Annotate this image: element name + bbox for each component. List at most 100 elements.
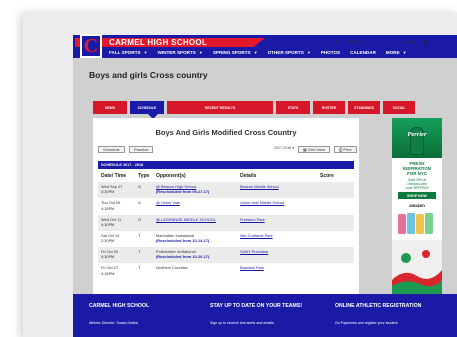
row-opponent: @ Beacon High School (Rescheduled from 09… <box>156 184 240 195</box>
ad-offer: Save 20% at checkout with code SIPPER20 <box>405 178 429 190</box>
nav-calendar[interactable]: CALENDAR <box>350 50 376 55</box>
opponent-link[interactable]: @ LAGRANGE MIDDLE SCHOOL <box>156 217 240 222</box>
ad-hero: Perrier <box>392 118 442 158</box>
tab-schedule[interactable]: SCHEDULE <box>130 101 164 114</box>
row-opponent: Manhattan Invitational (Rescheduled from … <box>156 233 240 244</box>
row-type: T <box>138 265 141 271</box>
row-details: Union Vale Middle School <box>240 200 320 205</box>
row-opponent: Northern Counties <box>156 265 240 270</box>
row-datetime: Fri Oct 20 4:30PM <box>101 249 119 260</box>
row-type: G <box>138 184 142 189</box>
grid-view-label: Grid View <box>307 147 326 152</box>
row-type: T <box>138 232 141 238</box>
tab-standings[interactable]: STANDINGS <box>348 101 380 114</box>
utility-alerts-link[interactable]: Sign Up for Alerts <box>370 40 398 46</box>
chevron-down-icon: ▼ <box>253 50 258 55</box>
row-datetime: Wed Oct 11 4:30PM <box>101 216 122 227</box>
chevron-down-icon: ▾ <box>292 146 294 150</box>
chevron-down-icon: ▼ <box>143 50 148 55</box>
column-header-details: Details <box>240 172 257 179</box>
row-details: Bowdoin Park <box>240 265 320 270</box>
chevron-down-icon: ▼ <box>306 50 311 55</box>
opponent-name: Northern Counties <box>156 265 188 271</box>
opponent-link[interactable]: @ Union Vale <box>156 200 240 205</box>
footer-school-name: CARMEL HIGH SCHOOL <box>89 303 150 309</box>
table-row: Wed Oct 11 4:30PM G @ LAGRANGE MIDDLE SCH… <box>98 214 354 231</box>
column-header-opponent: Opponent(s) <box>156 172 186 179</box>
row-datetime: Thu Oct 05 4:15PM <box>101 200 121 211</box>
print-button[interactable]: ⎙ Print <box>334 146 357 153</box>
tab-recent-results[interactable]: RECENT RESULTS <box>167 101 273 114</box>
row-opponent: @ Union Vale <box>156 200 240 205</box>
user-icon[interactable]: ☻ <box>335 40 339 46</box>
nav-spring-sports[interactable]: SPRING SPORTS ▼ <box>213 50 258 55</box>
schedule-title: Boys And Girls Modified Cross Country <box>155 128 297 137</box>
utility-section-link[interactable]: Section 1 <box>347 40 362 46</box>
location-link[interactable]: Union Vale Middle School <box>240 200 284 205</box>
tab-stats[interactable]: STATS <box>276 101 310 114</box>
nav-photos[interactable]: PHOTOS <box>321 50 340 55</box>
footer-athletic-director: Athletic Director: Susan Dellea <box>89 321 138 325</box>
main-nav: FALL SPORTS ▼ WINTER SPORTS ▼ SPRING SPORT… <box>109 50 407 55</box>
nav-fall-sports[interactable]: FALL SPORTS ▼ <box>109 50 148 55</box>
row-datetime: Fri Oct 27 4:15PM <box>101 265 119 276</box>
tab-social[interactable]: SOCIAL <box>383 101 415 114</box>
reschedule-note: (Rescheduled from 10-14-17) <box>156 238 210 244</box>
location-link[interactable]: Bowdoin Park <box>240 265 264 270</box>
season-value: 2017-2018 <box>274 146 292 150</box>
row-datetime: Wed Sep 27 4:30PM <box>101 184 123 195</box>
search-icon[interactable] <box>422 40 428 46</box>
chevron-down-icon: ▼ <box>402 50 407 55</box>
school-name[interactable]: CARMEL HIGH SCHOOL <box>109 38 207 47</box>
table-header: Date/ Time Type Opponent(s) Details Scor… <box>98 171 354 180</box>
chevron-down-icon: ▼ <box>198 50 203 55</box>
column-header-score: Score <box>320 172 334 179</box>
footer-registration-link[interactable]: Go Paperless and register your student <box>335 321 398 325</box>
site-header: C CARMEL HIGH SCHOOL ☻ Section 1 Sign Up… <box>23 12 457 58</box>
location-link[interactable]: SUNY Purchase <box>240 249 268 254</box>
location-link[interactable]: Freedom Park <box>240 217 265 222</box>
row-details: Beacon Middle School <box>240 184 320 189</box>
row-details: Van Cortlandt Park <box>240 233 320 238</box>
site-footer: CARMEL HIGH SCHOOL Athletic Director: Su… <box>73 294 457 337</box>
ad-retailer: amazon <box>409 203 425 208</box>
nav-other-sports[interactable]: OTHER SPORTS ▼ <box>268 50 311 55</box>
reschedule-note: (Rescheduled from 10-20-17) <box>156 254 210 260</box>
ad-shop-now-button[interactable]: SHOP NOW <box>398 192 436 199</box>
browser-page: C CARMEL HIGH SCHOOL ☻ Section 1 Sign Up… <box>23 12 457 337</box>
schedule-button[interactable]: Schedule <box>98 146 125 153</box>
tab-news[interactable]: NEWS <box>93 101 127 114</box>
schedule-panel: Boys And Girls Modified Cross Country Sc… <box>93 118 359 294</box>
table-row: Sat Oct 14 2:30PM T Manhattan Invitationa… <box>98 231 354 247</box>
location-link[interactable]: Beacon Middle School <box>240 184 279 189</box>
grid-view-button[interactable]: ▦ Grid View <box>298 146 331 153</box>
season-select[interactable]: 2017-2018 ▾ <box>274 146 294 150</box>
row-opponent: Portchester Invitational (Rescheduled fro… <box>156 249 240 260</box>
row-type: G <box>138 200 142 206</box>
footer-alerts-heading: STAY UP TO DATE ON YOUR TEAMS! <box>210 303 303 309</box>
column-header-type: Type <box>138 172 150 179</box>
main-area: Boys and girls Cross country NEWS SCHEDU… <box>73 58 457 294</box>
perrier-ad[interactable]: Perrier FRESH INSPIRATION FOR NYC Save 2… <box>392 118 442 294</box>
location-link[interactable]: Van Cortlandt Park <box>240 233 273 238</box>
school-logo[interactable]: C <box>80 34 102 58</box>
schedule-table-body: Wed Sep 27 4:30PM G @ Beacon High School(… <box>98 182 354 280</box>
table-row: Fri Oct 27 4:15PM T Northern Counties Bow… <box>98 263 354 279</box>
ad-headline: FRESH INSPIRATION FOR NYC <box>403 161 431 177</box>
tab-roster[interactable]: ROSTER <box>313 101 345 114</box>
column-header-date: Date/ Time <box>101 172 127 179</box>
footer-alerts-link[interactable]: Sign up to receive text alerts and email… <box>210 321 275 325</box>
nav-more[interactable]: MORE ▼ <box>386 50 407 55</box>
row-type: T <box>138 249 141 255</box>
cans-image <box>398 213 433 234</box>
row-type: G <box>138 216 142 222</box>
practice-button[interactable]: Practice <box>129 146 154 153</box>
table-row: Wed Sep 27 4:30PM G @ Beacon High School(… <box>98 182 354 199</box>
ad-brand: Perrier <box>407 131 427 138</box>
print-label: Print <box>343 147 352 152</box>
utility-login-link[interactable]: Login <box>406 40 415 46</box>
nav-winter-sports[interactable]: WINTER SPORTS ▼ <box>158 50 203 55</box>
schedule-season-bar: SCHEDULE 2017 - 2018 <box>98 161 354 169</box>
logo-letter: C <box>83 35 99 57</box>
reschedule-note: (Rescheduled from 09-27-17) <box>156 189 210 195</box>
